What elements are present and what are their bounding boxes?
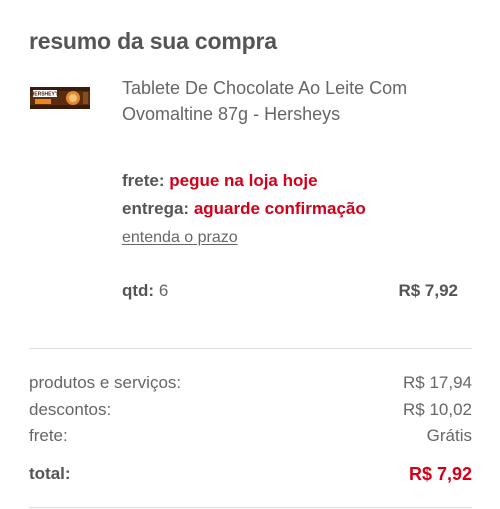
understand-deadline-link[interactable]: entenda o prazo <box>122 229 238 247</box>
shipping-cost-label: frete: <box>29 426 68 445</box>
shipping-label: frete: <box>122 171 165 190</box>
quantity-line: qtd: 6 <box>122 281 168 301</box>
brand-logo-text: HERSHEY'S <box>31 92 60 98</box>
total-value: R$ 7,92 <box>408 464 472 484</box>
shipping-value: pegue na loja hoje <box>169 171 318 190</box>
discount-value: R$ 10,02 <box>403 400 472 419</box>
discount-label: descontos: <box>29 400 112 419</box>
summary-title: resumo da sua compra <box>29 28 277 54</box>
delivery-line: entrega: aguarde confirmação <box>122 199 366 219</box>
subtotal-label: produtos e serviços: <box>29 373 182 392</box>
product-image: HERSHEY'S <box>30 87 90 109</box>
subtotal-value: R$ 17,94 <box>403 373 472 392</box>
shipping-cost-value: Grátis <box>426 426 472 445</box>
quantity-label: qtd: <box>122 281 155 300</box>
delivery-value: aguarde confirmação <box>193 199 366 218</box>
divider <box>29 507 472 508</box>
quantity-value: 6 <box>158 281 169 300</box>
item-price: R$ 7,92 <box>398 281 458 300</box>
delivery-label: entrega: <box>122 199 190 218</box>
shipping-line: frete: pegue na loja hoje <box>122 171 318 191</box>
divider <box>29 348 472 349</box>
product-name: Tablete De Chocolate Ao Leite Com Ovomal… <box>122 78 408 124</box>
total-label: total: <box>29 464 71 483</box>
